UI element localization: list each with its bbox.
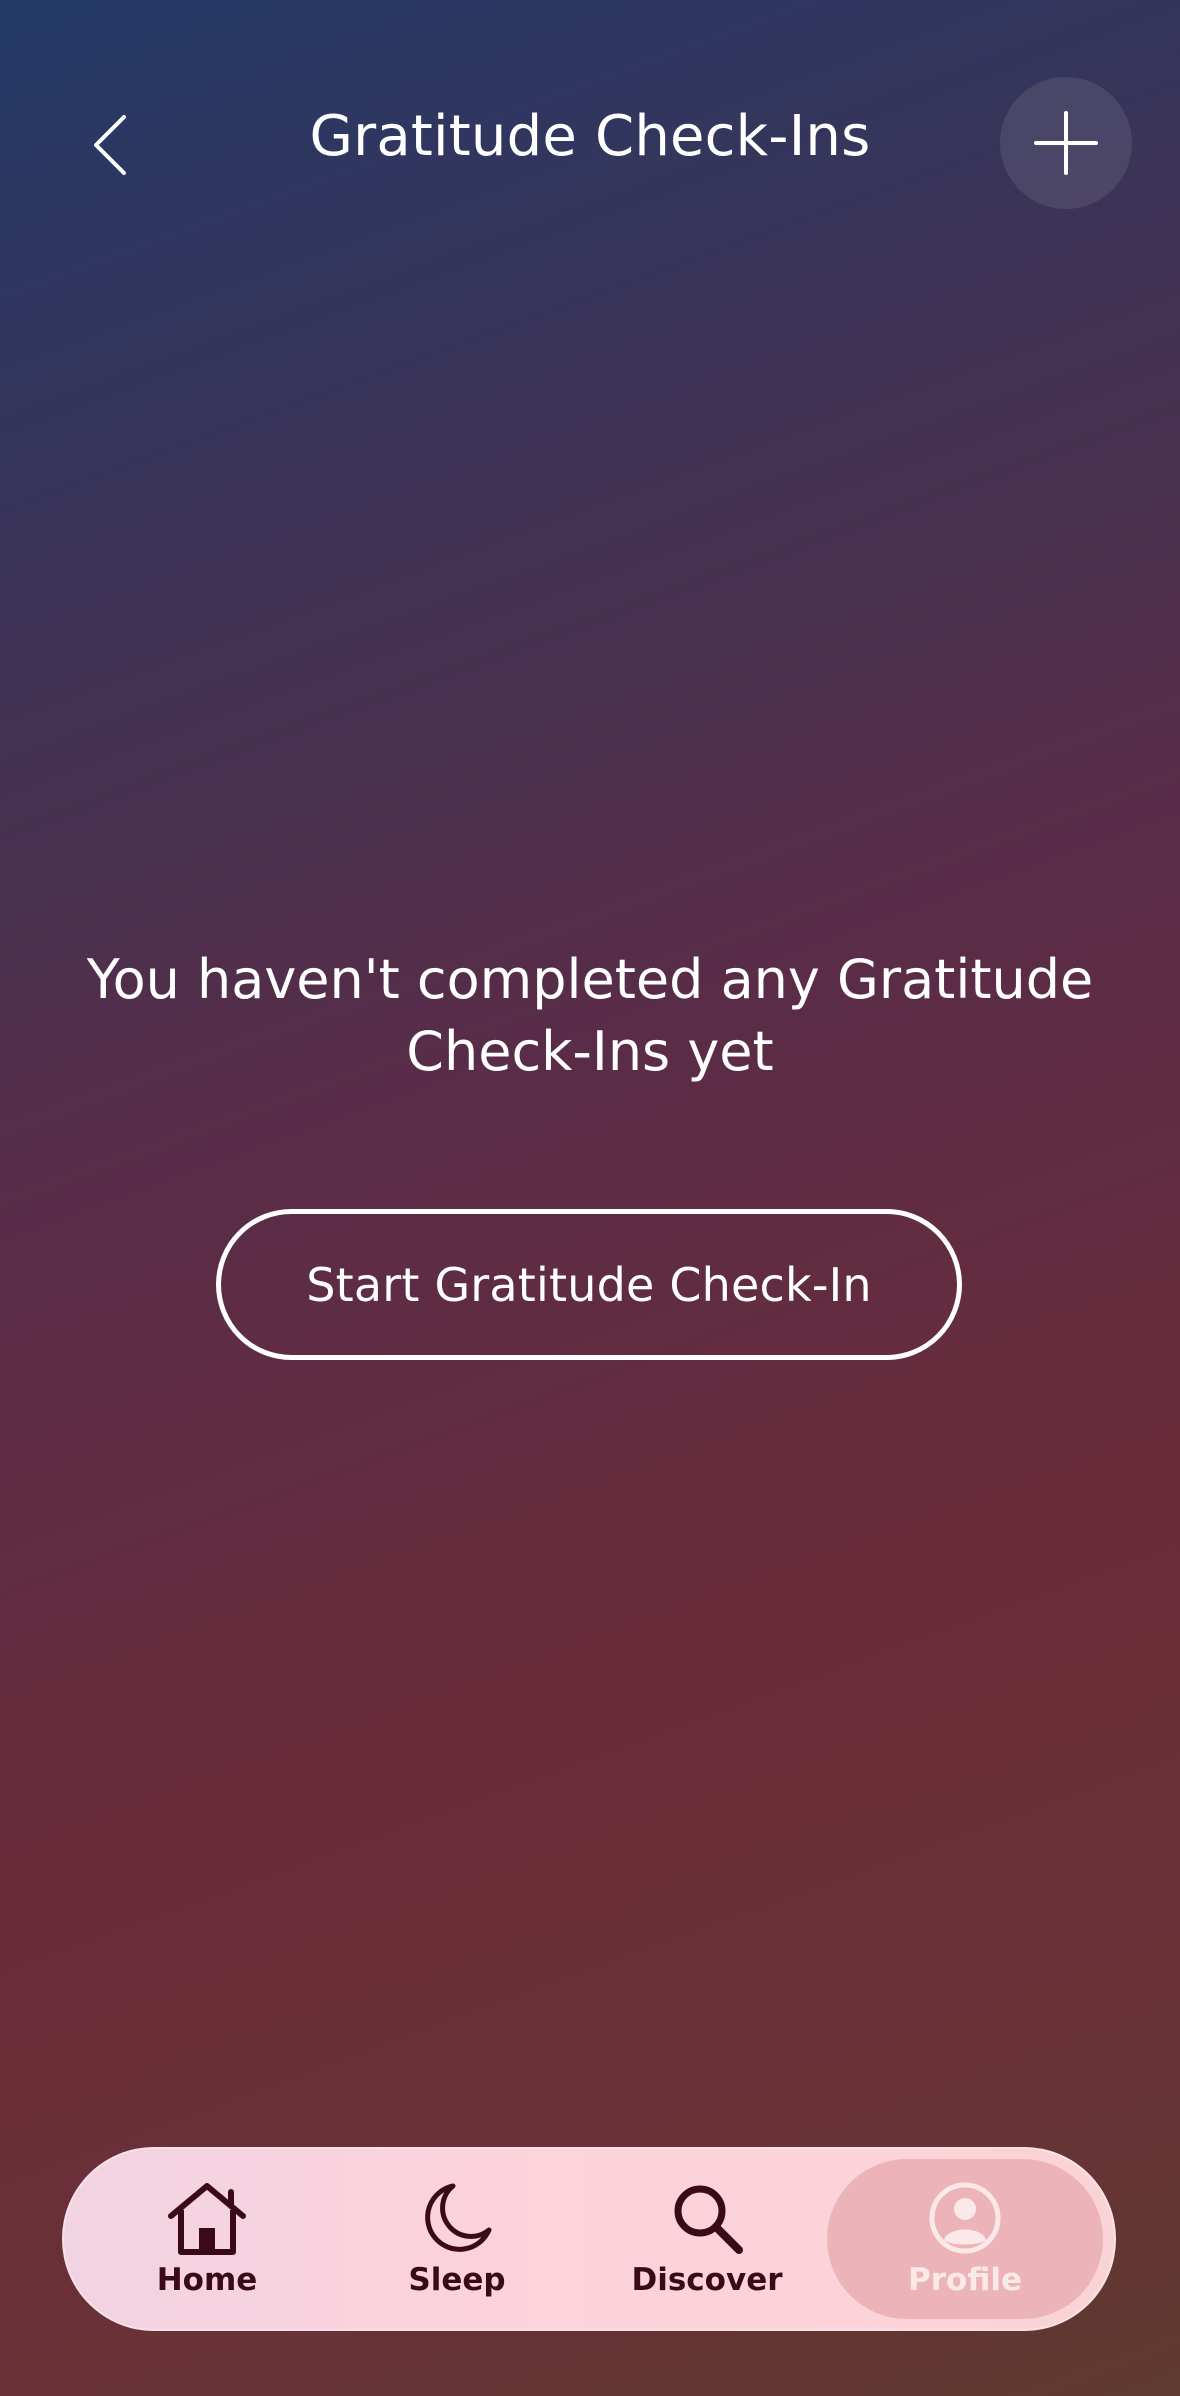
nav-label-sleep: Sleep xyxy=(408,2262,506,2298)
header: Gratitude Check-Ins xyxy=(0,0,1180,290)
page-title: Gratitude Check-Ins xyxy=(309,104,871,169)
nav-item-profile[interactable]: Profile xyxy=(827,2159,1103,2319)
gratitude-checkins-screen: Gratitude Check-Ins You haven't complete… xyxy=(0,0,1180,2396)
nav-label-discover: Discover xyxy=(631,2262,783,2298)
empty-state-message: You haven't completed any Gratitude Chec… xyxy=(86,948,1094,1083)
chevron-left-icon xyxy=(94,115,126,175)
back-button[interactable] xyxy=(70,100,150,190)
nav-label-home: Home xyxy=(156,2262,258,2298)
nav-item-sleep[interactable]: Sleep xyxy=(382,2147,532,2331)
add-button[interactable] xyxy=(1000,77,1132,209)
bottom-navigation: Home Sleep Discover Profile xyxy=(62,2147,1116,2331)
start-gratitude-checkin-button[interactable]: Start Gratitude Check-In xyxy=(216,1209,962,1360)
home-icon xyxy=(168,2183,246,2255)
search-icon xyxy=(674,2185,743,2254)
nav-label-profile: Profile xyxy=(908,2262,1022,2298)
nav-item-home[interactable]: Home xyxy=(132,2147,282,2331)
nav-item-discover[interactable]: Discover xyxy=(631,2147,783,2331)
profile-icon xyxy=(929,2182,1001,2254)
plus-icon xyxy=(1034,111,1098,175)
moon-icon xyxy=(425,2183,492,2252)
